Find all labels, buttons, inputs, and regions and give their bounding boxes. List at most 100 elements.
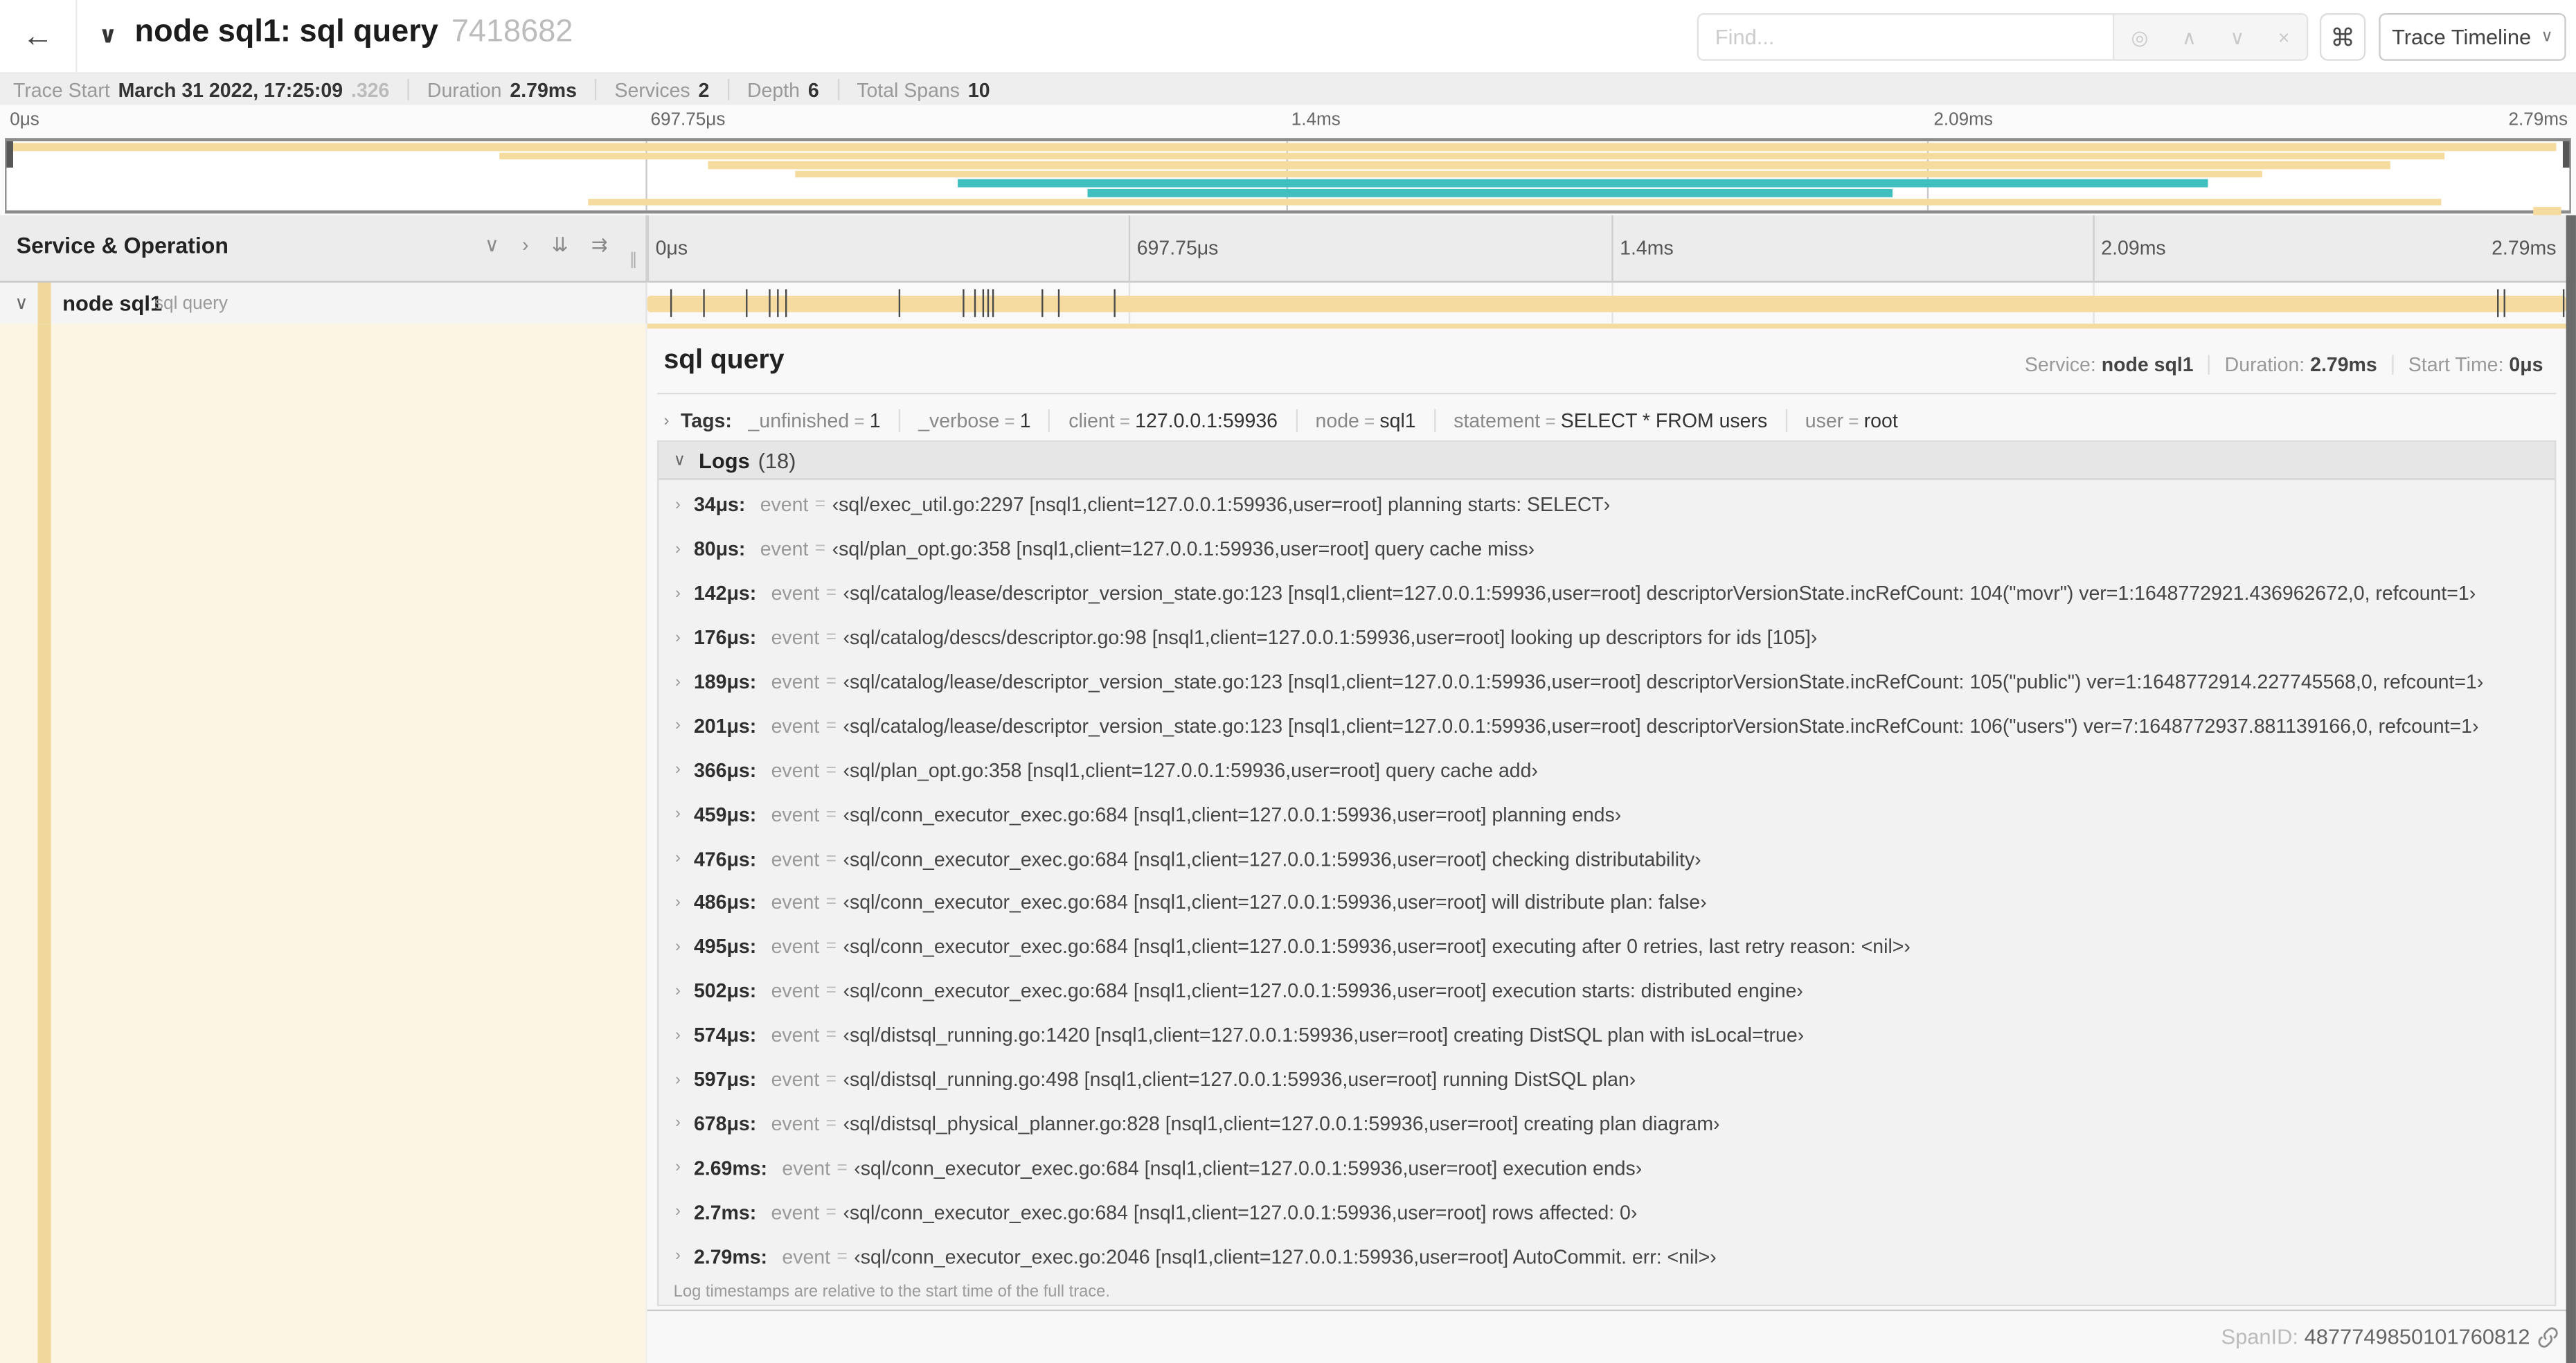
span-operation-name: sql query <box>154 294 228 314</box>
keyboard-shortcuts-button[interactable]: ⌘ <box>2319 12 2366 61</box>
log-marker-tick <box>1041 289 1044 317</box>
span-duration-bar[interactable] <box>647 294 2566 312</box>
ruler-tick-label: 0μs <box>655 236 688 260</box>
service-operation-header: Service & Operation ∨ › ⇊ ⇉ ∥ <box>0 215 647 283</box>
ruler-tick-label: 1.4ms <box>1620 236 1674 260</box>
log-marker-tick <box>1057 289 1060 317</box>
next-match-icon[interactable]: ∨ <box>2230 26 2244 48</box>
span-row[interactable]: ∨ node sql1 sql query <box>0 283 2576 324</box>
locate-icon[interactable]: ◎ <box>2131 26 2149 48</box>
view-type-dropdown[interactable]: Trace Timeline ∨ <box>2379 12 2566 61</box>
minimap-right-handle[interactable] <box>2562 141 2570 168</box>
log-row[interactable]: › 476μs: event = ‹sql/conn_executor_exec.go:… <box>659 837 2555 881</box>
log-expand-icon[interactable]: › <box>675 982 681 1000</box>
log-event-value: ‹sql/catalog/descs/descriptor.go:98 [nsq… <box>843 626 1818 650</box>
collapse-all-icon[interactable]: ⇊ <box>552 233 569 256</box>
log-timestamp: 176μs: <box>693 626 757 650</box>
log-expand-icon[interactable]: › <box>675 1071 681 1089</box>
log-marker-tick <box>670 289 672 317</box>
log-expand-icon[interactable]: › <box>675 1114 681 1132</box>
logs-collapse-icon: ∨ <box>673 451 686 470</box>
log-row[interactable]: › 678μs: event = ‹sql/distsql_physical_plann… <box>659 1102 2555 1146</box>
back-button[interactable]: ← <box>0 0 78 74</box>
log-expand-icon[interactable]: › <box>675 717 681 735</box>
log-event-key: event <box>771 1024 820 1047</box>
log-row[interactable]: › 80μs: event = ‹sql/plan_opt.go:358 [nsql1,… <box>659 527 2555 571</box>
log-expand-icon[interactable]: › <box>675 1203 681 1221</box>
command-icon: ⌘ <box>2330 24 2355 52</box>
ruler-tick-label: 2.79ms <box>2492 236 2557 260</box>
minimap-left-handle[interactable] <box>6 141 13 168</box>
log-expand-icon[interactable]: › <box>675 540 681 558</box>
span-service-name: node sql1 <box>62 290 163 316</box>
log-expand-icon[interactable]: › <box>675 496 681 514</box>
log-row[interactable]: › 189μs: event = ‹sql/catalog/lease/descript… <box>659 660 2555 704</box>
log-event-value: ‹sql/plan_opt.go:358 [nsql1,client=127.0… <box>843 758 1538 782</box>
log-expand-icon[interactable]: › <box>675 850 681 868</box>
log-row[interactable]: › 2.7ms: event = ‹sql/conn_executor_exec.go:… <box>659 1190 2555 1234</box>
log-expand-icon[interactable]: › <box>675 585 681 603</box>
span-row-name-column: ∨ node sql1 sql query <box>0 283 647 324</box>
log-expand-icon[interactable]: › <box>675 1159 681 1177</box>
log-row[interactable]: › 495μs: event = ‹sql/conn_executor_exec.go:… <box>659 925 2555 969</box>
log-timestamp: 486μs: <box>693 891 757 915</box>
expand-one-icon[interactable]: › <box>522 233 528 256</box>
tags-row[interactable]: › Tags: _unfinished = 1 _verbose = 1 client = 12… <box>663 406 2550 436</box>
log-expand-icon[interactable]: › <box>675 805 681 823</box>
log-event-key: event <box>771 1200 820 1224</box>
vertical-scrollbar[interactable] <box>2566 215 2576 1363</box>
log-row[interactable]: › 2.79ms: event = ‹sql/conn_executor_exec.go… <box>659 1234 2555 1279</box>
log-event-value: ‹sql/distsql_running.go:498 [nsql1,clien… <box>843 1068 1636 1092</box>
timeline-ruler: 0μs 697.75μs 1.4ms 2.09ms 2.79ms <box>647 215 2566 283</box>
log-row[interactable]: › 201μs: event = ‹sql/catalog/lease/descript… <box>659 704 2555 748</box>
log-expand-icon[interactable]: › <box>675 938 681 956</box>
log-event-key: event <box>771 847 820 871</box>
duration-label: Duration: <box>2224 353 2305 377</box>
prev-match-icon[interactable]: ∧ <box>2182 26 2197 48</box>
log-row[interactable]: › 34μs: event = ‹sql/exec_util.go:2297 [nsql… <box>659 483 2555 527</box>
log-rows: › 34μs: event = ‹sql/exec_util.go:2297 [nsql… <box>659 483 2555 1278</box>
log-timestamp: 366μs: <box>693 758 757 782</box>
service-label: Service: <box>2024 353 2096 377</box>
top-header: ← ∨ node sql1: sql query7418682 ◎ ∧ ∨ × … <box>0 0 2576 74</box>
tags-expand-icon[interactable]: › <box>663 411 669 429</box>
clear-find-icon[interactable]: × <box>2278 26 2290 48</box>
log-row[interactable]: › 142μs: event = ‹sql/catalog/lease/descript… <box>659 571 2555 616</box>
log-timestamp: 34μs: <box>693 493 746 517</box>
log-expand-icon[interactable]: › <box>675 893 681 911</box>
log-expand-icon[interactable]: › <box>675 672 681 691</box>
minimap-tick-label: 1.4ms <box>1291 109 1341 130</box>
log-row[interactable]: › 2.69ms: event = ‹sql/conn_executor_exec.go… <box>659 1146 2555 1190</box>
log-row[interactable]: › 459μs: event = ‹sql/conn_executor_exec.go:… <box>659 792 2555 837</box>
log-event-key: event <box>771 803 820 826</box>
services-label: Services <box>614 78 690 101</box>
log-row[interactable]: › 486μs: event = ‹sql/conn_executor_exec.go:… <box>659 881 2555 925</box>
log-row[interactable]: › 366μs: event = ‹sql/plan_opt.go:358 [nsql1… <box>659 748 2555 792</box>
tag-list: _unfinished = 1 _verbose = 1 client = 127.0.0.1:… <box>749 409 1898 432</box>
span-detail-meta: Service: node sql1 Duration: 2.79ms Start … <box>2025 353 2543 376</box>
minimap-canvas[interactable] <box>5 138 2571 215</box>
log-expand-icon[interactable]: › <box>675 761 681 779</box>
log-row[interactable]: › 597μs: event = ‹sql/distsql_running.go:498… <box>659 1058 2555 1102</box>
log-row[interactable]: › 574μs: event = ‹sql/distsql_running.go:142… <box>659 1013 2555 1058</box>
logs-header[interactable]: ∨ Logs (18) <box>659 442 2555 480</box>
find-input[interactable] <box>1699 15 2113 60</box>
log-row[interactable]: › 502μs: event = ‹sql/conn_executor_exec.go:… <box>659 969 2555 1013</box>
log-event-key: event <box>760 537 809 561</box>
log-event-key: event <box>771 758 820 782</box>
span-collapse-icon[interactable]: ∨ <box>15 292 28 314</box>
tag-item: user = root <box>1805 409 1898 432</box>
collapse-one-icon[interactable]: ∨ <box>485 233 499 256</box>
deep-link-icon[interactable] <box>2537 1326 2559 1349</box>
log-event-key: event <box>771 1068 820 1092</box>
log-row[interactable]: › 176μs: event = ‹sql/catalog/descs/descript… <box>659 616 2555 660</box>
log-expand-icon[interactable]: › <box>675 629 681 647</box>
expand-all-icon[interactable]: ⇉ <box>591 233 608 256</box>
log-expand-icon[interactable]: › <box>675 1247 681 1265</box>
log-timestamp: 2.69ms: <box>693 1156 768 1179</box>
log-expand-icon[interactable]: › <box>675 1026 681 1044</box>
column-resizer-handle[interactable]: ∥ <box>629 251 638 269</box>
span-row-track <box>647 283 2566 324</box>
span-detail-panel: sql query Service: node sql1 Duration: 2.… <box>647 323 2566 1312</box>
trace-collapse-icon[interactable]: ∨ <box>98 21 117 49</box>
